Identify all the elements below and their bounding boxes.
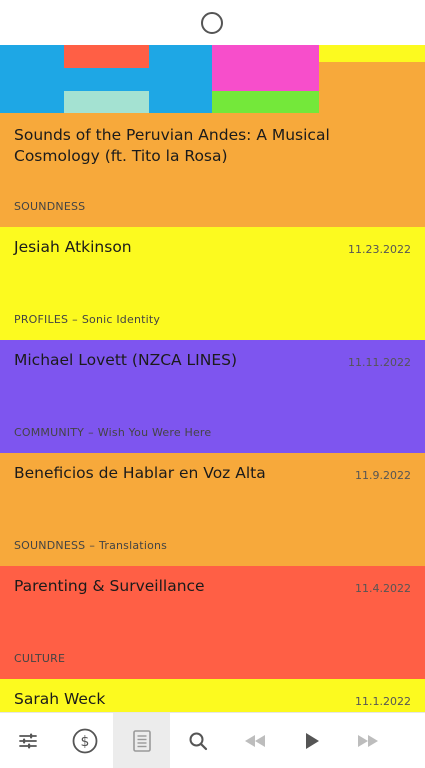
rewind-button[interactable] xyxy=(227,713,284,768)
article-title[interactable]: Michael Lovett (NZCA LINES) xyxy=(14,350,344,371)
top-bar xyxy=(0,0,425,45)
meta-separator: – xyxy=(89,539,96,552)
svg-text:$: $ xyxy=(81,734,90,750)
article-category[interactable]: CULTURE xyxy=(14,652,65,665)
article-card[interactable]: Sounds of the Peruvian Andes: A Musical … xyxy=(0,113,425,227)
article-date: 11.4.2022 xyxy=(355,582,411,595)
article-card[interactable]: Sarah Weck 11.1.2022 xyxy=(0,679,425,712)
sliders-icon xyxy=(19,733,38,749)
article-meta: CULTURE xyxy=(14,652,65,665)
article-title[interactable]: Sarah Weck xyxy=(14,689,344,710)
filter-button[interactable] xyxy=(0,713,57,768)
article-date: 11.11.2022 xyxy=(348,356,411,369)
article-series[interactable]: Translations xyxy=(99,539,167,552)
article-title[interactable]: Parenting & Surveillance xyxy=(14,576,344,597)
article-date: 11.23.2022 xyxy=(348,243,411,256)
article-feed: Sounds of the Peruvian Andes: A Musical … xyxy=(0,45,425,712)
hero-block xyxy=(319,45,425,62)
play-icon xyxy=(305,733,319,749)
articles-button[interactable] xyxy=(113,713,171,768)
dollar-circle-icon: $ xyxy=(72,728,98,754)
article-category[interactable]: PROFILES xyxy=(14,313,68,326)
meta-separator: – xyxy=(72,313,78,326)
article-title[interactable]: Sounds of the Peruvian Andes: A Musical … xyxy=(14,125,344,167)
article-date: 11.1.2022 xyxy=(355,695,411,708)
article-date: 11.9.2022 xyxy=(355,469,411,482)
hero-block xyxy=(212,91,319,113)
article-card[interactable]: Parenting & Surveillance 11.4.2022 CULTURE xyxy=(0,566,425,679)
article-series[interactable]: Sonic Identity xyxy=(82,313,160,326)
article-title[interactable]: Beneficios de Hablar en Voz Alta xyxy=(14,463,344,484)
fast-forward-button[interactable] xyxy=(340,713,397,768)
article-meta: PROFILES – Sonic Identity xyxy=(14,313,160,326)
fast-forward-icon xyxy=(358,735,379,747)
donate-button[interactable]: $ xyxy=(57,713,114,768)
article-category[interactable]: COMMUNITY xyxy=(14,426,84,439)
bottom-nav: $ xyxy=(0,712,425,768)
article-category[interactable]: SOUNDNESS xyxy=(14,200,85,213)
article-meta: SOUNDNESS – Translations xyxy=(14,539,167,552)
article-meta: COMMUNITY – Wish You Were Here xyxy=(14,426,211,439)
hero-block xyxy=(64,91,149,113)
hero-artwork[interactable] xyxy=(0,45,425,113)
document-icon xyxy=(132,730,151,752)
article-series[interactable]: Wish You Were Here xyxy=(98,426,212,439)
rewind-icon xyxy=(245,735,266,747)
hero-block xyxy=(64,45,149,68)
meta-separator: – xyxy=(88,426,94,439)
search-button[interactable] xyxy=(170,713,227,768)
hero-block xyxy=(212,45,319,91)
circle-icon[interactable] xyxy=(201,12,223,34)
article-meta: SOUNDNESS xyxy=(14,200,85,213)
article-title[interactable]: Jesiah Atkinson xyxy=(14,237,344,258)
search-icon xyxy=(189,732,208,751)
article-card[interactable]: Michael Lovett (NZCA LINES) 11.11.2022 COM… xyxy=(0,340,425,453)
article-category[interactable]: SOUNDNESS xyxy=(14,539,85,552)
article-card[interactable]: Jesiah Atkinson 11.23.2022 PROFILES – Sonic … xyxy=(0,227,425,340)
article-card[interactable]: Beneficios de Hablar en Voz Alta 11.9.202… xyxy=(0,453,425,566)
play-button[interactable] xyxy=(283,713,340,768)
